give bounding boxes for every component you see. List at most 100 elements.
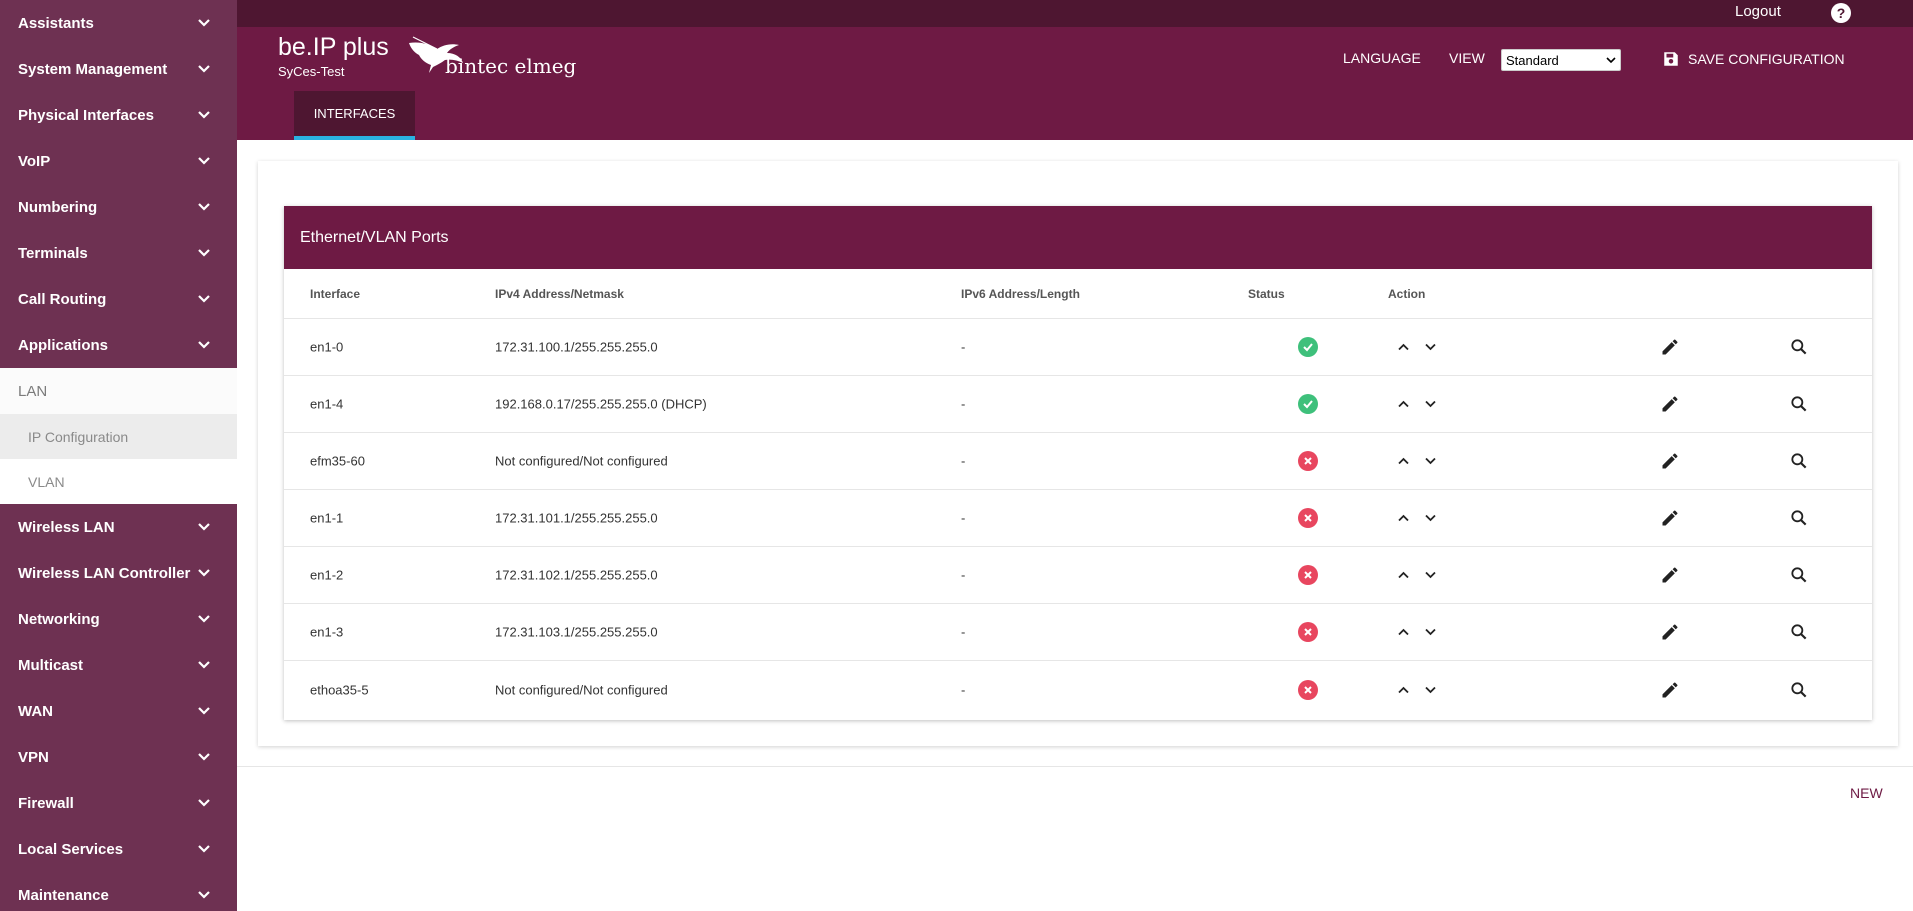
header: be.IP plus SyCes-Test bintec elmeg LANGU… xyxy=(237,27,1913,140)
tab-interfaces[interactable]: INTERFACES xyxy=(294,91,415,140)
edit-icon[interactable] xyxy=(1660,451,1680,471)
search-icon[interactable] xyxy=(1789,337,1809,357)
move-down-icon[interactable] xyxy=(1424,568,1437,583)
edit-icon[interactable] xyxy=(1660,337,1680,357)
product-name: be.IP plus xyxy=(278,33,389,61)
move-up-icon[interactable] xyxy=(1397,397,1410,412)
sidebar-item-vpn[interactable]: VPN xyxy=(0,734,237,780)
language-button[interactable]: LANGUAGE xyxy=(1343,50,1421,66)
cell-ipv4: 172.31.102.1/255.255.255.0 xyxy=(495,567,658,583)
chevron-down-icon xyxy=(197,200,211,214)
save-icon xyxy=(1664,52,1678,66)
cell-ipv6: - xyxy=(961,567,966,583)
sidebar-item-terminals[interactable]: Terminals xyxy=(0,230,237,276)
chevron-down-icon xyxy=(197,796,211,810)
move-up-icon[interactable] xyxy=(1397,625,1410,640)
nav-sub-vlan[interactable]: VLAN xyxy=(0,459,237,504)
sidebar-item-wireless-lan-controller[interactable]: Wireless LAN Controller xyxy=(0,550,237,596)
sidebar-item-call-routing[interactable]: Call Routing xyxy=(0,276,237,322)
sidebar-item-label: Wireless LAN xyxy=(18,518,115,536)
tab-interfaces-label: INTERFACES xyxy=(313,106,396,121)
brand-name: bintec elmeg xyxy=(445,54,577,78)
nav-sub-ip-configuration[interactable]: IP Configuration xyxy=(0,414,237,459)
search-icon[interactable] xyxy=(1789,508,1809,528)
sidebar-item-label: Networking xyxy=(18,610,100,628)
cell-ipv6: - xyxy=(961,453,966,469)
save-configuration-button[interactable]: SAVE CONFIGURATION xyxy=(1662,50,1845,68)
sidebar-item-wan[interactable]: WAN xyxy=(0,688,237,734)
search-icon[interactable] xyxy=(1789,451,1809,471)
move-up-icon[interactable] xyxy=(1397,511,1410,526)
sidebar-item-label: Maintenance xyxy=(18,886,109,904)
search-icon[interactable] xyxy=(1789,622,1809,642)
view-select[interactable]: Standard xyxy=(1501,49,1621,71)
nav-bottom-group: Wireless LAN Wireless LAN Controller Netwo… xyxy=(0,504,237,911)
status-error-icon xyxy=(1298,622,1318,642)
sidebar-item-voip[interactable]: VoIP xyxy=(0,138,237,184)
chevron-down-icon xyxy=(197,292,211,306)
move-down-icon[interactable] xyxy=(1424,625,1437,640)
status-error-icon xyxy=(1298,508,1318,528)
nav-top-group: Assistants System Management Physical Inte… xyxy=(0,0,237,368)
chevron-down-icon xyxy=(197,520,211,534)
sidebar-item-system-management[interactable]: System Management xyxy=(0,46,237,92)
nav-lan-section: LAN IP Configuration VLAN xyxy=(0,368,237,504)
sidebar-item-assistants[interactable]: Assistants xyxy=(0,0,237,46)
sidebar-item-label: Wireless LAN Controller xyxy=(18,564,191,582)
table-title-text: Ethernet/VLAN Ports xyxy=(300,228,449,246)
sidebar-item-multicast[interactable]: Multicast xyxy=(0,642,237,688)
help-icon[interactable]: ? xyxy=(1831,3,1851,23)
sidebar-item-label: Multicast xyxy=(18,656,84,674)
sidebar-item-applications[interactable]: Applications xyxy=(0,322,237,368)
sidebar-item-numbering[interactable]: Numbering xyxy=(0,184,237,230)
new-button[interactable]: NEW xyxy=(1850,785,1883,801)
chevron-down-icon xyxy=(197,566,211,580)
logout-link[interactable]: Logout xyxy=(1735,3,1781,20)
chevron-down-icon xyxy=(197,842,211,856)
move-up-icon[interactable] xyxy=(1397,340,1410,355)
chevron-down-icon xyxy=(197,338,211,352)
move-down-icon[interactable] xyxy=(1424,511,1437,526)
table-row: efm35-60 Not configured/Not configured - xyxy=(284,433,1872,490)
chevron-down-icon xyxy=(1606,56,1616,63)
top-bar xyxy=(237,0,1913,27)
search-icon[interactable] xyxy=(1789,680,1809,700)
edit-icon[interactable] xyxy=(1660,394,1680,414)
chevron-down-icon xyxy=(197,750,211,764)
sidebar-item-label: Physical Interfaces xyxy=(18,106,154,124)
nav-item-lan[interactable]: LAN xyxy=(0,368,237,414)
nav-sub-label: VLAN xyxy=(28,473,65,490)
cell-interface: en1-3 xyxy=(310,624,344,640)
move-down-icon[interactable] xyxy=(1424,682,1437,697)
move-arrows xyxy=(1397,340,1437,355)
move-up-icon[interactable] xyxy=(1397,568,1410,583)
table-row: en1-4 192.168.0.17/255.255.255.0 (DHCP) - xyxy=(284,376,1872,433)
column-header-action: Action xyxy=(1388,286,1426,301)
sidebar-item-local-services[interactable]: Local Services xyxy=(0,826,237,872)
move-up-icon[interactable] xyxy=(1397,454,1410,469)
column-header-status: Status xyxy=(1248,286,1285,301)
table-body: en1-0 172.31.100.1/255.255.255.0 - en1-4 192… xyxy=(284,319,1872,718)
move-down-icon[interactable] xyxy=(1424,340,1437,355)
sidebar-item-label: WAN xyxy=(18,702,53,720)
chevron-down-icon xyxy=(197,888,211,902)
edit-icon[interactable] xyxy=(1660,565,1680,585)
save-configuration-label: SAVE CONFIGURATION xyxy=(1688,51,1845,67)
chevron-down-icon xyxy=(197,154,211,168)
search-icon[interactable] xyxy=(1789,565,1809,585)
move-down-icon[interactable] xyxy=(1424,454,1437,469)
edit-icon[interactable] xyxy=(1660,680,1680,700)
sidebar-item-physical-interfaces[interactable]: Physical Interfaces xyxy=(0,92,237,138)
sidebar-item-maintenance[interactable]: Maintenance xyxy=(0,872,237,911)
move-up-icon[interactable] xyxy=(1397,682,1410,697)
device-name: SyCes-Test xyxy=(278,64,345,79)
sidebar-item-firewall[interactable]: Firewall xyxy=(0,780,237,826)
sidebar-item-wireless-lan[interactable]: Wireless LAN xyxy=(0,504,237,550)
sidebar-item-networking[interactable]: Networking xyxy=(0,596,237,642)
edit-icon[interactable] xyxy=(1660,508,1680,528)
move-down-icon[interactable] xyxy=(1424,397,1437,412)
sidebar: Assistants System Management Physical Inte… xyxy=(0,0,237,911)
move-arrows xyxy=(1397,625,1437,640)
search-icon[interactable] xyxy=(1789,394,1809,414)
edit-icon[interactable] xyxy=(1660,622,1680,642)
